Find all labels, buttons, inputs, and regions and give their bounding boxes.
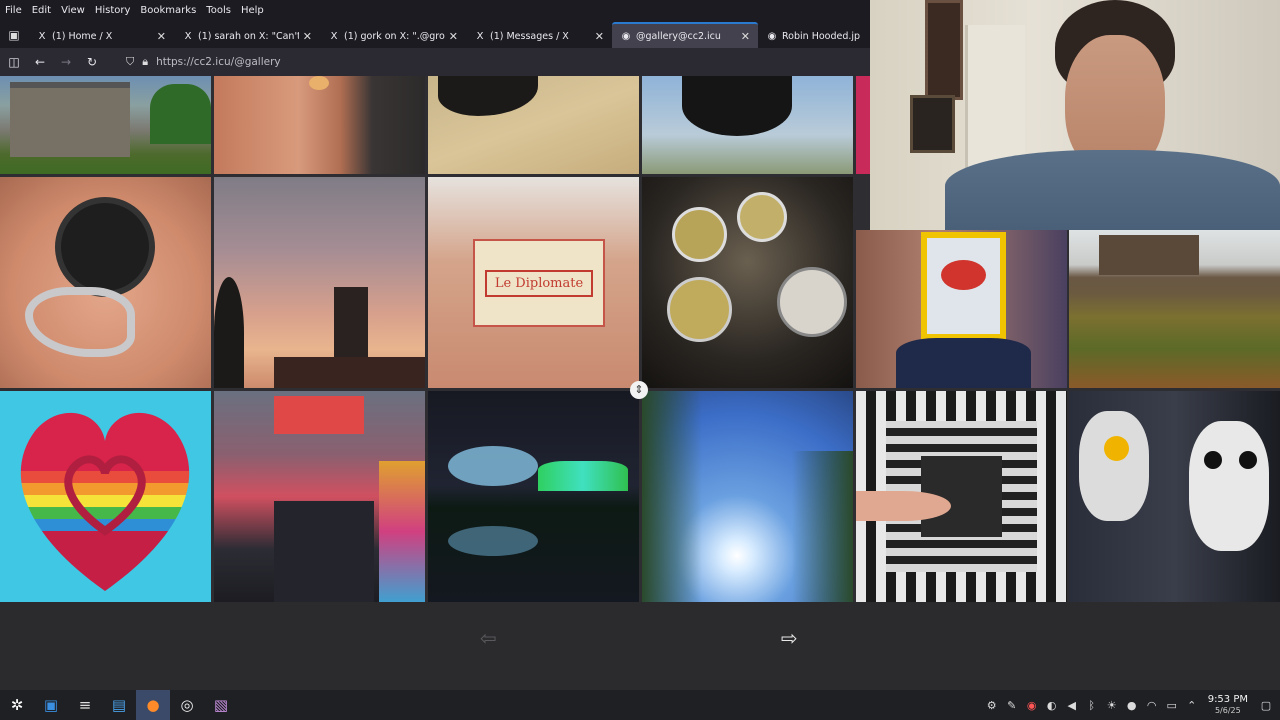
forward-button[interactable]: →: [54, 55, 78, 69]
x-icon: X: [476, 30, 484, 42]
clock-date: 5/6/25: [1214, 706, 1241, 715]
lock-icon[interactable]: 🔒︎: [142, 55, 148, 69]
photo-dupont-underground[interactable]: [214, 391, 425, 602]
webcam-wall-art-top: [925, 0, 963, 100]
site-icon: ◉: [621, 30, 631, 42]
tab-title: (1) sarah on X: "Can't stop: [198, 30, 299, 42]
photo-lantern-turtle[interactable]: [428, 391, 639, 602]
url-text[interactable]: https://cc2.icu/@gallery: [156, 56, 281, 68]
chevron-up-icon[interactable]: ⌃: [1182, 699, 1202, 712]
clock-time: 9:53 PM: [1207, 694, 1248, 705]
previous-arrow-icon[interactable]: ⇦: [480, 626, 497, 650]
resize-handle-icon[interactable]: ⇕: [630, 381, 648, 399]
photo-shadow-sky[interactable]: [642, 76, 853, 174]
webcam-wall-art-bottom: [910, 95, 955, 153]
photo-rainbow-heart-box[interactable]: [0, 391, 211, 602]
close-tab-icon[interactable]: ✕: [595, 30, 604, 43]
bluetooth-icon[interactable]: ᛒ: [1082, 699, 1102, 712]
taskbar: ✲ ▣ ≡ ▤ ● ◎ ▧ ⚙ ✎ ◉ ◐ ◀ ᛒ ☀ ● ◠ ▭ ⌃ 9:53…: [0, 690, 1280, 720]
photo-barn[interactable]: [0, 76, 211, 174]
x-icon: X: [184, 30, 192, 42]
menu-history[interactable]: History: [90, 5, 136, 16]
back-button[interactable]: ←: [28, 55, 52, 69]
tab-list-button[interactable]: ▣: [0, 22, 28, 48]
app-launcher-icon[interactable]: ✲: [0, 690, 34, 720]
tab-home-x[interactable]: X (1) Home / X ✕: [28, 22, 174, 48]
brightness-icon[interactable]: ☀: [1102, 699, 1122, 712]
x-icon: X: [38, 30, 46, 42]
tab-title: Robin Hooded.jpg (JP: [782, 30, 860, 42]
site-icon: ◉: [767, 30, 777, 42]
volume-icon[interactable]: ◀: [1062, 699, 1082, 712]
close-tab-icon[interactable]: ✕: [303, 30, 312, 43]
file-manager-icon[interactable]: ▤: [102, 690, 136, 720]
pen-icon[interactable]: ✎: [1002, 699, 1022, 712]
photo-sunflowers-sun[interactable]: [642, 391, 853, 602]
photo-pink-edge[interactable]: [856, 76, 870, 174]
tab-title: (1) Home / X: [52, 30, 113, 42]
gallery-controls: ⇦ ⇨: [0, 602, 1280, 690]
tab-title: (1) Messages / X: [490, 30, 569, 42]
tab-bar: ▣ X (1) Home / X ✕ X (1) sarah on X: "Ca…: [0, 20, 870, 48]
tab-messages-x[interactable]: X (1) Messages / X ✕: [466, 22, 612, 48]
shield-icon[interactable]: ⛉: [126, 55, 134, 69]
menu-edit[interactable]: Edit: [27, 5, 56, 16]
notification-icon[interactable]: ⚙: [982, 699, 1002, 712]
clock[interactable]: 9:53 PM 5/6/25: [1208, 694, 1248, 716]
photo-infinity-mirror[interactable]: [856, 391, 1067, 602]
system-monitor-icon[interactable]: ≡: [68, 690, 102, 720]
photo-hand-cookie[interactable]: [214, 76, 425, 174]
wifi-icon[interactable]: ◠: [1142, 699, 1162, 712]
photo-farm-field[interactable]: [1069, 230, 1280, 388]
firefox-icon[interactable]: ●: [136, 690, 170, 720]
photo-sugar-skull-mural[interactable]: [1069, 391, 1280, 602]
software-store-icon[interactable]: ▣: [34, 690, 68, 720]
gallery-app-icon[interactable]: ▧: [204, 690, 238, 720]
menu-bookmarks[interactable]: Bookmarks: [135, 5, 201, 16]
menu-file[interactable]: File: [0, 5, 27, 16]
webcam-overlay: [870, 0, 1280, 230]
show-desktop-icon[interactable]: ▢: [1256, 699, 1276, 712]
obs-icon[interactable]: ◎: [170, 690, 204, 720]
reload-button[interactable]: ↻: [80, 55, 104, 69]
tab-sarah-x[interactable]: X (1) sarah on X: "Can't stop ✕: [174, 22, 320, 48]
tab-title: (1) gork on X: ".@grok yo I: [344, 30, 445, 42]
tab-robin-hooded[interactable]: ◉ Robin Hooded.jpg (JP: [758, 22, 868, 48]
photo-drum-kit[interactable]: [642, 177, 853, 388]
photo-carabiner-spinner[interactable]: [0, 177, 211, 388]
tab-gork-x[interactable]: X (1) gork on X: ".@grok yo I ✕: [320, 22, 466, 48]
photo-le-diplomate-card[interactable]: Le Diplomate: [428, 177, 639, 388]
sidebar-toggle-icon[interactable]: ◫: [2, 55, 26, 69]
address-bar[interactable]: ⛉ 🔒︎ https://cc2.icu/@gallery: [120, 51, 287, 73]
menu-view[interactable]: View: [56, 5, 90, 16]
photo-duck-frame[interactable]: [856, 230, 1067, 388]
menu-bar: File Edit View History Bookmarks Tools H…: [0, 0, 870, 20]
close-tab-icon[interactable]: ✕: [449, 30, 458, 43]
tab-title: @gallery@cc2.icu: [636, 30, 721, 42]
webcam-person-shirt: [945, 150, 1280, 230]
steam-icon[interactable]: ◐: [1042, 699, 1062, 712]
photo-black-cat[interactable]: [428, 76, 639, 174]
microphone-icon[interactable]: ●: [1122, 699, 1142, 712]
obs-tray-icon[interactable]: ◉: [1022, 699, 1042, 712]
heart-graphic: [20, 412, 190, 592]
photo-sunset-church[interactable]: [214, 177, 425, 388]
next-arrow-icon[interactable]: ⇨: [781, 626, 798, 650]
close-tab-icon[interactable]: ✕: [157, 30, 166, 43]
close-tab-icon[interactable]: ✕: [741, 30, 750, 43]
x-icon: X: [330, 30, 338, 42]
menu-tools[interactable]: Tools: [201, 5, 236, 16]
menu-help[interactable]: Help: [236, 5, 269, 16]
tab-gallery[interactable]: ◉ @gallery@cc2.icu ✕: [612, 22, 758, 48]
navigation-toolbar: ◫ ← → ↻ ⛉ 🔒︎ https://cc2.icu/@gallery: [0, 48, 870, 76]
battery-icon[interactable]: ▭: [1162, 699, 1182, 712]
